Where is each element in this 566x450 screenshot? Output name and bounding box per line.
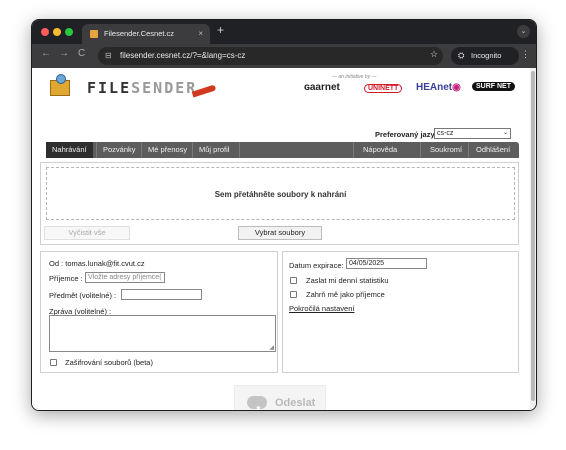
surfnet-logo: SURF NET [472,82,515,91]
tab-close-icon[interactable]: × [198,24,203,44]
logo-text-sender: SENDER [131,79,198,97]
menu-item-my-profile[interactable]: Můj profil [193,142,235,158]
reload-icon[interactable]: C [78,48,85,59]
minimize-window-button[interactable] [53,28,61,36]
language-label: Preferovaný jazyk [375,130,439,139]
resize-grip-icon[interactable]: ◢ [269,344,274,351]
select-files-button[interactable]: Vybrat soubory [238,226,322,240]
browser-tab[interactable]: Filesender.Cesnet.cz × [82,24,210,44]
filesender-logo-icon [50,74,72,98]
maximize-window-button[interactable] [65,28,73,36]
language-select-value: cs-cz [437,130,454,137]
incognito-label: Incognito [471,51,502,60]
address-bar[interactable]: ⊟ filesender.cesnet.cz/?=&lang=cs-cz [98,47,443,65]
incognito-indicator[interactable]: ⛭ Incognito [451,47,519,65]
new-tab-button[interactable]: + [217,23,224,37]
from-label: Od : tomas.lunak@fit.cvut.cz [49,259,145,268]
url-text: filesender.cesnet.cz/?=&lang=cs-cz [120,51,246,60]
menu-item-invitations[interactable]: Pozvánky [97,142,142,158]
encryption-label: Zašifrování souborů (beta) [65,358,153,367]
browser-menu-icon[interactable]: ⋮ [521,49,530,60]
include-me-checkbox[interactable] [290,291,297,298]
recipient-input[interactable]: Vložte adresy příjemce( [85,272,165,283]
title-bar: Filesender.Cesnet.cz × + ⌄ [32,20,536,44]
menu-item-logout[interactable]: Odhlášení [470,142,516,158]
subject-label: Předmět (volitelné) : [49,291,117,300]
expiry-label: Datum expirace: [289,261,344,270]
advanced-settings-link[interactable]: Pokročilá nastavení [289,304,354,313]
browser-toolbar: ← → C ⊟ filesender.cesnet.cz/?=&lang=cs-… [32,44,536,68]
language-select[interactable]: cs-cz ⌄ [434,128,511,139]
cloud-upload-icon: ⬆ [247,396,267,410]
recipient-label: Příjemce : [49,274,83,283]
browser-window: Filesender.Cesnet.cz × + ⌄ ← → C ⊟ files… [31,19,537,411]
expiry-date-input[interactable]: 04/05/2025 [346,258,427,269]
tab-search-icon[interactable]: ⌄ [517,25,530,38]
subject-input[interactable] [121,289,202,300]
menu-item-privacy[interactable]: Soukromí [424,142,468,158]
include-me-label: Zahrň mě jako příjemce [306,290,385,299]
heanet-logo: HEAnet◉ [416,82,461,93]
bookmark-star-icon[interactable]: ☆ [430,49,438,60]
menu-item-upload[interactable]: Nahrávání [46,142,93,158]
upload-panel: Sem přetáhněte soubory k nahrání Vyčisti… [40,162,519,245]
menu-item-my-transfers[interactable]: Mé přenosy [142,142,193,158]
send-button[interactable]: ⬆ Odeslat [234,385,326,410]
clear-all-button[interactable]: Vyčistit vše [44,226,130,240]
page-scrollbar[interactable] [530,68,536,410]
menu-item-help[interactable]: Nápověda [357,142,403,158]
page-content: FILESENDER — an initiative by — ɢaarnet … [32,68,532,410]
uninett-logo: UNINETT [364,84,403,93]
filesender-logo-text[interactable]: FILESENDER [87,79,197,97]
transfer-details-panel: Od : tomas.lunak@fit.cvut.cz Příjemce : … [40,251,278,373]
heanet-mark-icon: ◉ [452,82,461,93]
initiative-caption: — an initiative by — [332,74,377,80]
aarnet-logo: ɢaarnet [304,82,340,93]
encryption-checkbox[interactable] [50,359,57,366]
drop-zone-text: Sem přetáhněte soubory k nahrání [214,190,347,199]
tab-title: Filesender.Cesnet.cz [104,29,175,38]
site-info-icon[interactable]: ⊟ [105,47,112,65]
send-label: Odeslat [275,397,316,409]
close-window-button[interactable] [41,28,49,36]
back-icon[interactable]: ← [41,48,51,59]
daily-stats-label: Zaslat mi denní statistiku [306,276,389,285]
main-menu: Nahrávání Pozvánky Mé přenosy Můj profil… [46,142,519,158]
logo-text-file: FILE [87,79,132,97]
incognito-icon: ⛭ [458,51,465,60]
daily-stats-checkbox[interactable] [290,277,297,284]
favicon-icon [90,30,98,38]
transfer-options-panel: Datum expirace: 04/05/2025 Zaslat mi den… [282,251,519,373]
file-drop-zone[interactable]: Sem přetáhněte soubory k nahrání [46,167,515,220]
chevron-down-icon: ⌄ [502,130,508,136]
scrollbar-thumb[interactable] [531,71,535,401]
forward-icon[interactable]: → [59,48,69,59]
message-textarea[interactable]: ◢ [49,315,276,352]
